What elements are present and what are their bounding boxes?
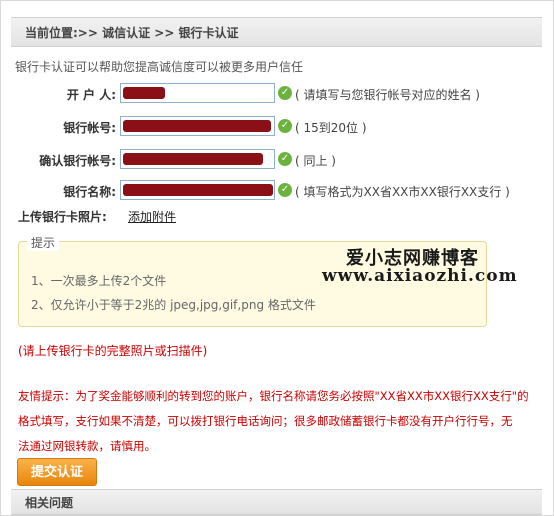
row-bank-name: 银行名称: [0, 179, 116, 203]
bank-name-label: 银行名称: [63, 185, 116, 199]
watermark-url: www.aixiaozhi.com [322, 266, 518, 286]
related-questions-bar: 相关问题 [11, 489, 542, 515]
breadcrumb: 当前位置:>> 诚信认证 >> 银行卡认证 [25, 26, 239, 40]
confirm-account-hint: ( 同上 ) [295, 154, 336, 168]
redaction-mark [123, 184, 273, 196]
upload-label: 上传银行卡照片: [18, 210, 107, 224]
confirm-account-input[interactable] [120, 149, 275, 169]
check-icon: ✓ [278, 119, 292, 133]
row-account-number: 银行帐号: [0, 115, 116, 139]
redaction-mark [123, 120, 271, 132]
add-attachment-link[interactable]: 添加附件 [128, 208, 176, 225]
tip-line: 2、仅允许小于等于2兆的 jpeg,jpg,gif,png 格式文件 [31, 298, 316, 312]
account-number-input[interactable] [120, 116, 275, 136]
account-number-label: 银行帐号: [63, 121, 116, 135]
check-icon: ✓ [278, 152, 292, 166]
row-confirm-account: 确认银行帐号: [0, 148, 116, 172]
breadcrumb-bar: 当前位置:>> 诚信认证 >> 银行卡认证 [11, 17, 542, 47]
bank-name-input[interactable] [120, 180, 275, 200]
bank-name-hint: ( 填写格式为XX省XX市XX银行XX支行 ) [295, 185, 510, 199]
redaction-mark [123, 87, 165, 99]
account-holder-input[interactable] [120, 83, 275, 103]
account-number-hint: ( 15到20位 ) [295, 121, 367, 135]
row-account-holder: 开 户 人: [0, 82, 116, 106]
warning-line: 格式填写，支行如果不清楚，可以拨打银行电话询问；很多邮政储蓄银行卡都没有开户行行… [18, 414, 513, 428]
check-icon: ✓ [278, 183, 292, 197]
related-questions-title: 相关问题 [25, 496, 74, 510]
intro-text: 银行卡认证可以帮助您提高诚信度可以被更多用户信任 [15, 60, 304, 74]
submit-button[interactable]: 提交认证 [17, 458, 97, 486]
account-holder-label: 开 户 人: [66, 88, 116, 102]
photo-note: (请上传银行卡的完整照片或扫描件) [18, 344, 208, 358]
tip-box-title: 提示 [27, 234, 60, 251]
warning-line: 法通过网银转款，请慎用。 [18, 439, 156, 453]
confirm-account-label: 确认银行帐号: [39, 154, 116, 168]
check-icon: ✓ [278, 86, 292, 100]
warning-line: 友情提示：为了奖金能够顺利的转到您的账户，银行名称请您务必按照"XX省XX市XX… [18, 389, 529, 403]
account-holder-hint: ( 请填写与您银行帐号对应的姓名 ) [295, 88, 480, 102]
redaction-mark [123, 153, 263, 165]
tip-line: 1、一次最多上传2个文件 [31, 274, 167, 288]
